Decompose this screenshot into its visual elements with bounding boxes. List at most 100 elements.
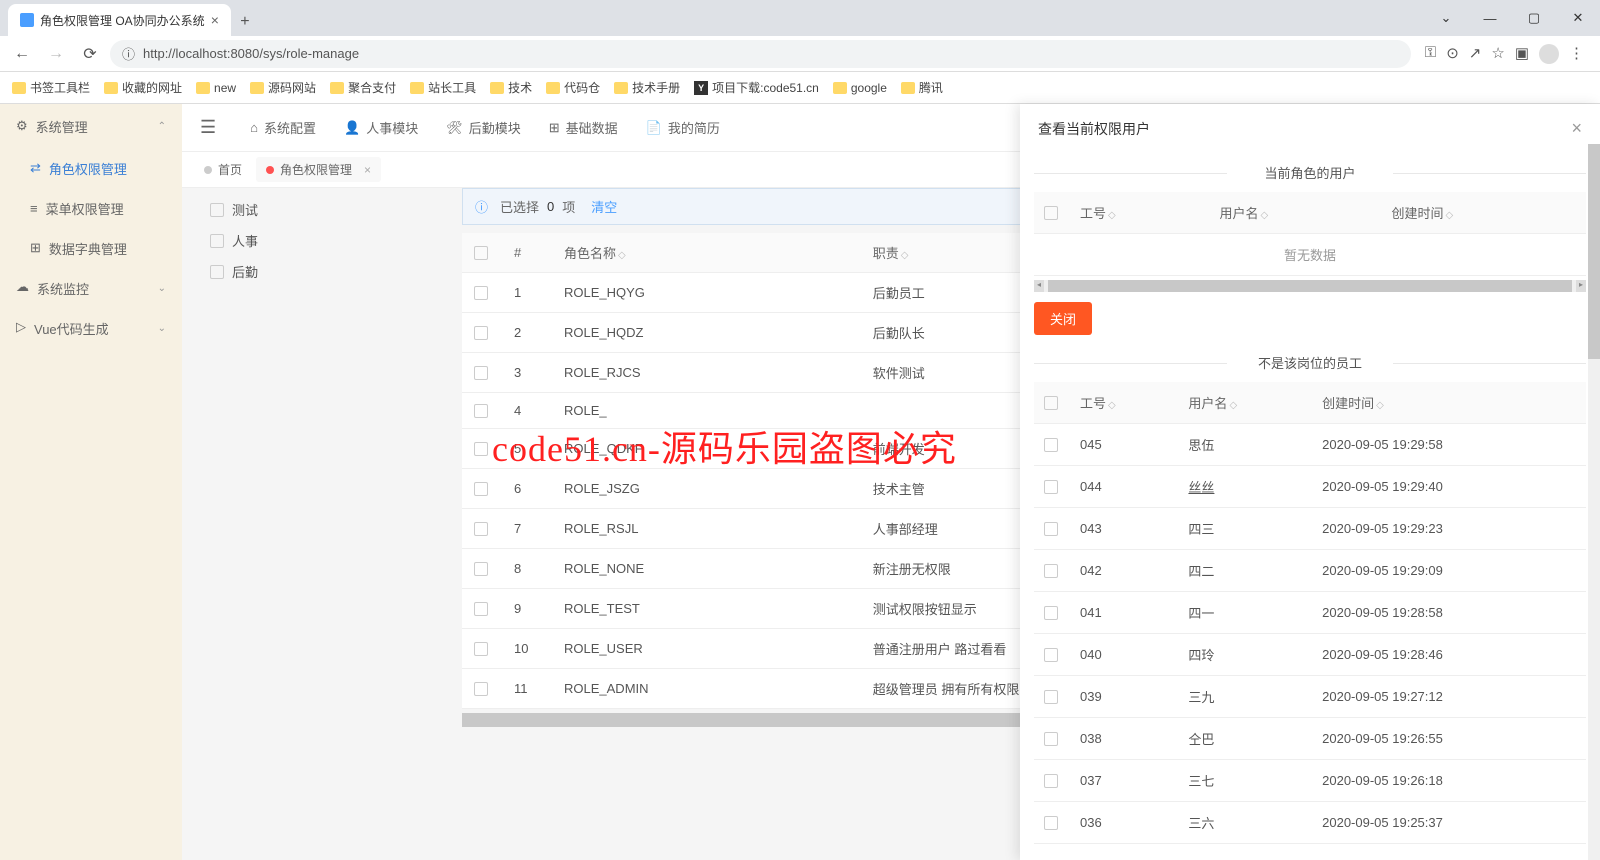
url-input[interactable]: ⓘ http://localhost:8080/sys/role-manage [110,40,1411,68]
forward-button[interactable]: → [42,40,70,68]
close-icon[interactable]: × [211,12,219,28]
profile-avatar[interactable] [1539,44,1559,64]
checkbox[interactable] [474,682,488,696]
select-all-checkbox[interactable] [1044,206,1058,220]
sort-icon[interactable]: ◇ [1108,400,1116,411]
new-tab-button[interactable]: + [231,8,259,36]
browser-tab[interactable]: 角色权限管理 OA协同办公系统 × [8,4,231,36]
back-button[interactable]: ← [8,40,36,68]
bookmark-item[interactable]: 聚合支付 [330,79,396,96]
checkbox[interactable] [1044,522,1058,536]
table-row[interactable]: 039三九2020-09-05 19:27:12 [1034,676,1586,718]
close-icon[interactable]: × [364,163,371,177]
bookmark-item[interactable]: 技术手册 [614,79,680,96]
sidebar-group-vue[interactable]: ▷Vue代码生成 ⌄ [0,308,182,348]
minimize-icon[interactable]: — [1468,0,1512,36]
bookmark-item[interactable]: google [833,81,887,95]
dropdown-icon[interactable]: ⌄ [1424,0,1468,36]
checkbox[interactable] [474,642,488,656]
checkbox[interactable] [474,404,488,418]
bookmark-item[interactable]: 代码仓 [546,79,600,96]
sort-icon[interactable]: ◇ [1445,210,1453,221]
select-all-checkbox[interactable] [474,246,488,260]
sort-icon[interactable]: ◇ [1260,210,1268,221]
maximize-icon[interactable]: ▢ [1512,0,1556,36]
top-menu-item[interactable]: ⌂系统配置 [250,118,316,137]
tree-panel: 测试人事后勤 [192,188,452,727]
table-row[interactable]: 038仝巴2020-09-05 19:26:55 [1034,718,1586,760]
checkbox[interactable] [474,366,488,380]
key-icon[interactable]: ⚿ [1425,44,1436,64]
table-row[interactable]: 045思伍2020-09-05 19:29:58 [1034,424,1586,466]
checkbox[interactable] [474,562,488,576]
checkbox[interactable] [474,602,488,616]
checkbox[interactable] [1044,438,1058,452]
table-row[interactable]: 036三六2020-09-05 19:25:37 [1034,802,1586,844]
table-row[interactable]: 041四一2020-09-05 19:28:58 [1034,592,1586,634]
bookmark-item[interactable]: new [196,81,236,95]
sidebar-group-monitor[interactable]: ☁系统监控 ⌄ [0,268,182,308]
top-menu-item[interactable]: ⊞基础数据 [549,118,618,137]
sort-icon[interactable]: ◇ [1108,210,1116,221]
checkbox[interactable] [474,442,488,456]
search-icon[interactable]: ⊙ [1446,44,1459,64]
checkbox[interactable] [1044,690,1058,704]
reload-button[interactable]: ⟳ [76,40,104,68]
checkbox[interactable] [210,265,224,279]
extension-icon[interactable]: ▣ [1515,44,1529,64]
page-tab[interactable]: 首页 [194,157,252,182]
folder-icon [410,82,424,94]
share-icon[interactable]: ↗ [1469,44,1482,64]
table-row[interactable]: 044丝丝2020-09-05 19:29:40 [1034,466,1586,508]
checkbox[interactable] [210,203,224,217]
checkbox[interactable] [1044,648,1058,662]
bookmark-item[interactable]: 书签工具栏 [12,79,90,96]
sort-icon[interactable]: ◇ [618,250,626,261]
table-row[interactable]: 040四玲2020-09-05 19:28:46 [1034,634,1586,676]
checkbox[interactable] [1044,606,1058,620]
sort-icon[interactable]: ◇ [1229,400,1237,411]
top-menu-item[interactable]: 👤人事模块 [344,118,418,137]
checkbox[interactable] [210,234,224,248]
bookmark-item[interactable]: Y项目下载:code51.cn [694,79,819,96]
sidebar-toggle[interactable]: ☰ [200,117,216,138]
checkbox[interactable] [1044,564,1058,578]
sidebar-item-menu[interactable]: ≡菜单权限管理 [0,188,182,228]
bookmark-item[interactable]: 腾讯 [901,79,943,96]
tree-item[interactable]: 后勤 [192,256,452,287]
sort-icon[interactable]: ◇ [1376,400,1384,411]
horizontal-scrollbar[interactable]: ◂▸ [1034,280,1586,292]
sidebar-item-dict[interactable]: ⊞数据字典管理 [0,228,182,268]
checkbox[interactable] [1044,732,1058,746]
sidebar-item-role[interactable]: ⇄角色权限管理 [0,148,182,188]
menu-icon[interactable]: ⋮ [1569,44,1584,64]
top-menu-item[interactable]: 🛠后勤模块 [446,118,521,137]
close-window-icon[interactable]: ✕ [1556,0,1600,36]
checkbox[interactable] [474,522,488,536]
star-icon[interactable]: ☆ [1491,44,1504,64]
table-row[interactable]: 042四二2020-09-05 19:29:09 [1034,550,1586,592]
bookmark-item[interactable]: 源码网站 [250,79,316,96]
bookmark-item[interactable]: 技术 [490,79,532,96]
top-menu-item[interactable]: 📄我的简历 [646,118,720,137]
checkbox[interactable] [474,482,488,496]
tree-item[interactable]: 测试 [192,194,452,225]
vertical-scrollbar[interactable] [1588,144,1600,860]
bookmark-item[interactable]: 收藏的网址 [104,79,182,96]
close-icon[interactable]: × [1571,118,1582,139]
tree-item[interactable]: 人事 [192,225,452,256]
close-button[interactable]: 关闭 [1034,302,1092,335]
checkbox[interactable] [474,286,488,300]
checkbox[interactable] [474,326,488,340]
page-tab[interactable]: 角色权限管理× [256,157,381,182]
checkbox[interactable] [1044,816,1058,830]
table-row[interactable]: 037三七2020-09-05 19:26:18 [1034,760,1586,802]
clear-selection[interactable]: 清空 [591,197,617,216]
checkbox[interactable] [1044,480,1058,494]
table-row[interactable]: 043四三2020-09-05 19:29:23 [1034,508,1586,550]
bookmark-item[interactable]: 站长工具 [410,79,476,96]
select-all-checkbox[interactable] [1044,396,1058,410]
checkbox[interactable] [1044,774,1058,788]
sidebar-group-system[interactable]: ⚙系统管理 ⌃ [0,104,182,148]
sort-icon[interactable]: ◇ [901,250,909,261]
